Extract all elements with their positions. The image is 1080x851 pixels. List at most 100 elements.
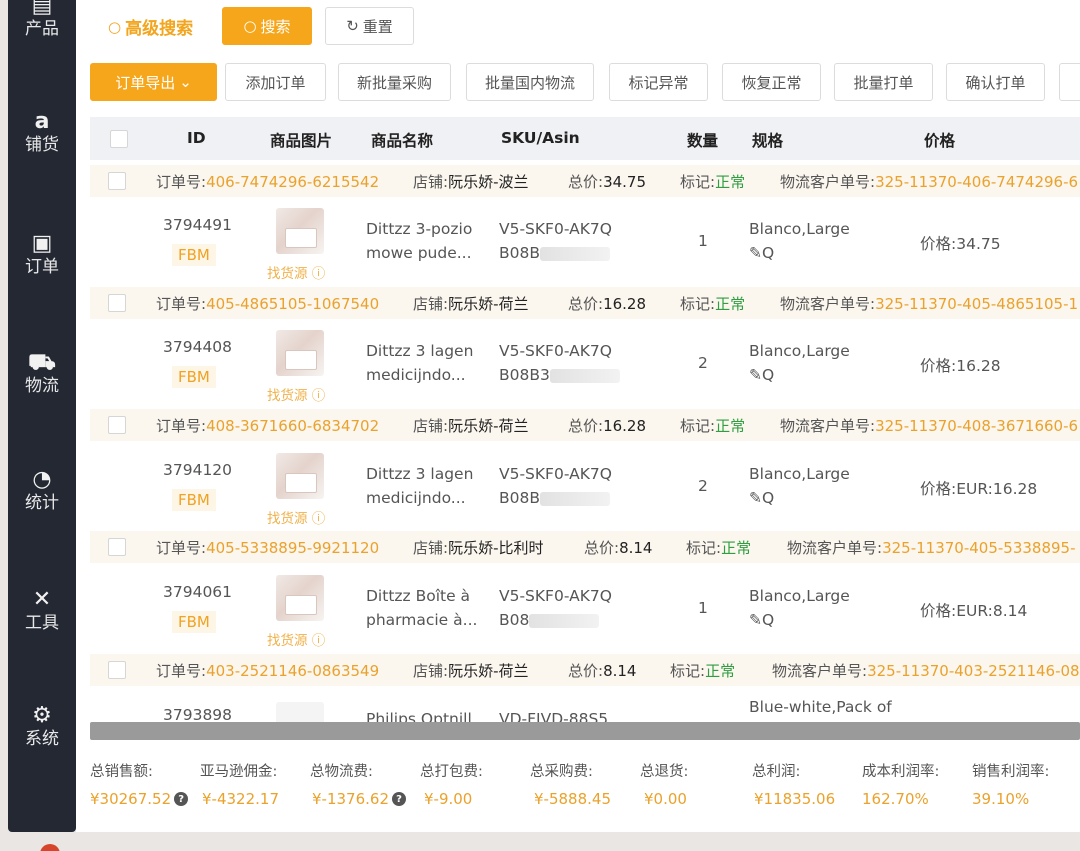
find-source-link[interactable]: 找货源 ⓘ <box>267 262 325 282</box>
table-row: 3794061 FBM 找货源 ⓘ Dittzz Boîte à pharmac… <box>90 565 1080 655</box>
find-source-link[interactable]: 找货源 ⓘ <box>267 629 325 649</box>
total-label: 总价:16.28 <box>568 295 647 313</box>
sidebar-item-product[interactable]: ▤ 产品 <box>8 0 76 40</box>
refresh-icon: ↻ <box>346 17 359 35</box>
new-bulk-purchase-button[interactable]: 新批量采购 <box>338 63 451 101</box>
mark-label: 标记:正常 <box>680 295 746 313</box>
find-source-link[interactable]: 找货源 ⓘ <box>267 384 325 404</box>
order-checkbox[interactable] <box>108 294 126 312</box>
total-value: 8.14 <box>619 539 653 557</box>
find-source-link[interactable]: 找货源 ⓘ <box>267 507 325 527</box>
bulk-domestic-logistics-button[interactable]: 批量国内物流 <box>466 63 594 101</box>
spec: Blanco,Large <box>749 220 850 238</box>
product-image[interactable] <box>276 208 324 254</box>
store-label: 店铺:阮乐娇-荷兰 <box>413 662 529 680</box>
restore-normal-button[interactable]: 恢复正常 <box>722 63 821 101</box>
sidebar-item-system[interactable]: ⚙ 系统 <box>8 704 76 750</box>
sku: V5-SKF0-AK7Q <box>499 465 612 483</box>
select-all-checkbox[interactable] <box>110 130 128 148</box>
order-strip: 订单号:406-7474296-6215542 店铺:阮乐娇-波兰 总价:34.… <box>90 165 1080 197</box>
logistics-no[interactable]: 325-11370-408-3671660-6 <box>875 417 1078 435</box>
product-name[interactable]: Dittzz Boîte à <box>366 587 470 605</box>
confirm-print-button[interactable]: 确认打单 <box>946 63 1045 101</box>
store-label: 店铺:阮乐娇-荷兰 <box>413 417 529 435</box>
product-name-line2: medicijndo... <box>366 489 466 507</box>
help-icon[interactable]: ? <box>392 792 406 806</box>
col-sku: SKU/Asin <box>501 129 580 147</box>
total-label: 总价:16.28 <box>568 417 647 435</box>
edit-search-icon[interactable]: ✎Q <box>749 366 774 384</box>
order-checkbox[interactable] <box>108 538 126 556</box>
order-checkbox[interactable] <box>108 661 126 679</box>
order-no[interactable]: 403-2521146-0863549 <box>206 662 379 680</box>
logistics-no[interactable]: 325-11370-403-2521146-08 <box>867 662 1080 680</box>
total-label: 总价:8.14 <box>584 539 653 557</box>
product-name[interactable]: Dittzz 3 lagen <box>366 465 473 483</box>
sidebar-item-label: 系统 <box>25 729 59 749</box>
sidebar-item-orders[interactable]: ▣ 订单 <box>8 232 76 278</box>
price: 价格:16.28 <box>920 357 1001 375</box>
order-checkbox[interactable] <box>108 172 126 190</box>
order-no-label: 订单号:406-7474296-6215542 <box>156 173 380 191</box>
sidebar-item-tools[interactable]: ✕ 工具 <box>8 588 76 634</box>
order-no[interactable]: 406-7474296-6215542 <box>206 173 379 191</box>
product-name[interactable]: Philips Optnill <box>366 710 472 722</box>
edit-search-icon[interactable]: ✎Q <box>749 489 774 507</box>
reset-button[interactable]: ↻ 重置 <box>325 7 414 45</box>
asin: B08B <box>499 244 610 262</box>
advanced-search-toggle[interactable]: ○ 高级搜索 <box>108 14 193 40</box>
sidebar-item-logistics[interactable]: ⛟ 物流 <box>8 351 76 397</box>
mark-exception-button[interactable]: 标记异常 <box>609 63 708 101</box>
more-button[interactable] <box>1059 63 1080 101</box>
product-name[interactable]: Dittzz 3 lagen <box>366 342 473 360</box>
notification-icon <box>40 844 60 851</box>
logistics-label: 物流客户单号:325-11370-408-3671660-6 <box>780 417 1079 435</box>
summary-label: 总物流费: <box>310 764 373 780</box>
search-button[interactable]: ○ 搜索 <box>222 7 312 45</box>
sku: V5-SKF0-AK7Q <box>499 342 612 360</box>
truck-icon: ⛟ <box>28 350 56 375</box>
edit-search-icon[interactable]: ✎Q <box>749 244 774 262</box>
store-name: 阮乐娇-荷兰 <box>448 295 529 313</box>
product-image[interactable] <box>276 575 324 621</box>
export-orders-button[interactable]: 订单导出 ⌄ <box>90 63 217 101</box>
product-image[interactable] <box>276 453 324 499</box>
asin: B08 <box>499 611 600 629</box>
edit-search-icon[interactable]: ✎Q <box>749 611 774 629</box>
sales-margin-value: 39.10% <box>972 790 1030 808</box>
order-checkbox[interactable] <box>108 416 126 434</box>
col-qty: 数量 <box>687 132 719 150</box>
store-label: 店铺:阮乐娇-比利时 <box>413 539 544 557</box>
mark-label: 标记:正常 <box>680 173 746 191</box>
total-purchase-value: ¥-5888.45 <box>534 790 611 808</box>
sidebar-item-stats[interactable]: ◔ 统计 <box>8 468 76 514</box>
mark-label: 标记:正常 <box>686 539 752 557</box>
summary-label: 总利润: <box>752 764 801 780</box>
order-id: 3794061 <box>163 583 233 601</box>
product-name[interactable]: Dittzz 3-pozio <box>366 220 472 238</box>
price: 价格:EUR:8.14 <box>920 602 1028 620</box>
total-value: 16.28 <box>603 295 647 313</box>
logistics-no[interactable]: 325-11370-405-4865105-1 <box>875 295 1078 313</box>
order-no-label: 订单号:405-4865105-1067540 <box>156 295 380 313</box>
product-image[interactable] <box>276 702 324 722</box>
sidebar-item-listing[interactable]: a 铺货 <box>8 110 76 156</box>
total-label: 总价:34.75 <box>568 173 647 191</box>
horizontal-scrollbar[interactable] <box>90 722 1080 740</box>
total-value: 34.75 <box>603 173 647 191</box>
order-no[interactable]: 405-5338895-9921120 <box>206 539 379 557</box>
logistics-no[interactable]: 325-11370-405-5338895- <box>882 539 1075 557</box>
order-id: 3794120 <box>163 461 233 479</box>
help-icon[interactable]: ? <box>174 792 189 806</box>
order-strip: 订单号:405-4865105-1067540 店铺:阮乐娇-荷兰 总价:16.… <box>90 287 1080 319</box>
logistics-no[interactable]: 325-11370-406-7474296-6 <box>875 173 1078 191</box>
bulk-print-button[interactable]: 批量打单 <box>834 63 933 101</box>
add-order-button[interactable]: 添加订单 <box>225 63 326 101</box>
price: 价格:34.75 <box>920 235 1001 253</box>
order-no[interactable]: 405-4865105-1067540 <box>206 295 379 313</box>
quantity: 2 <box>698 354 708 372</box>
product-image[interactable] <box>276 330 324 376</box>
reset-button-label: 重置 <box>362 17 393 36</box>
order-no[interactable]: 408-3671660-6834702 <box>206 417 379 435</box>
store-name: 阮乐娇-荷兰 <box>448 417 529 435</box>
